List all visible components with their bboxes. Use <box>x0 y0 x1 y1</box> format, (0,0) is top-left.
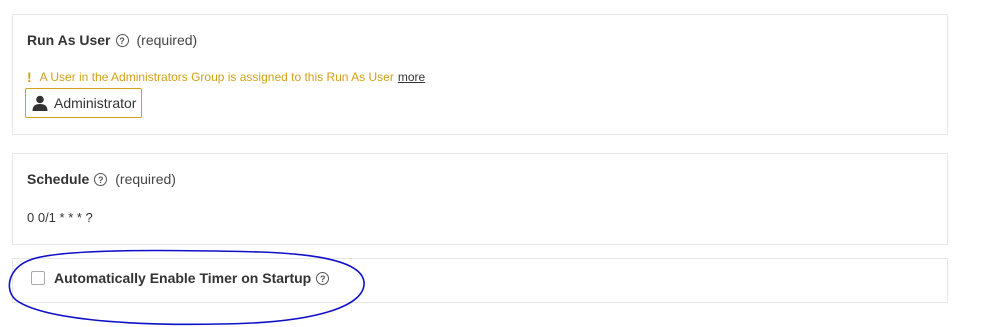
help-icon[interactable]: ? <box>94 172 108 186</box>
run-as-user-panel: Run As User ? (required) ! A User in the… <box>12 14 948 135</box>
schedule-label: Schedule <box>27 171 90 187</box>
help-icon[interactable]: ? <box>316 271 330 285</box>
more-link[interactable]: more <box>398 70 425 84</box>
help-icon[interactable]: ? <box>115 33 129 47</box>
required-text: (required) <box>115 171 176 187</box>
warning-text: A User in the Administrators Group is as… <box>39 70 394 84</box>
cron-expression[interactable]: 0 0/1 * * * ? <box>27 210 93 225</box>
schedule-panel: Schedule ? (required) 0 0/1 * * * ? <box>12 153 948 245</box>
required-text: (required) <box>136 32 198 48</box>
timer-startup-panel: Automatically Enable Timer on Startup ? <box>12 258 948 303</box>
run-as-user-heading: Run As User ? (required) <box>27 32 197 48</box>
schedule-heading: Schedule ? (required) <box>27 171 176 187</box>
warning-icon: ! <box>27 69 32 85</box>
enable-timer-checkbox[interactable] <box>31 271 45 285</box>
run-as-user-chip[interactable]: Administrator <box>25 88 143 118</box>
user-name: Administrator <box>54 95 137 111</box>
run-as-user-label: Run As User <box>27 32 111 48</box>
user-icon <box>32 95 48 111</box>
admin-warning: ! A User in the Administrators Group is … <box>27 69 425 85</box>
timer-startup-row: Automatically Enable Timer on Startup ? <box>31 270 330 286</box>
enable-timer-label[interactable]: Automatically Enable Timer on Startup <box>54 270 311 286</box>
